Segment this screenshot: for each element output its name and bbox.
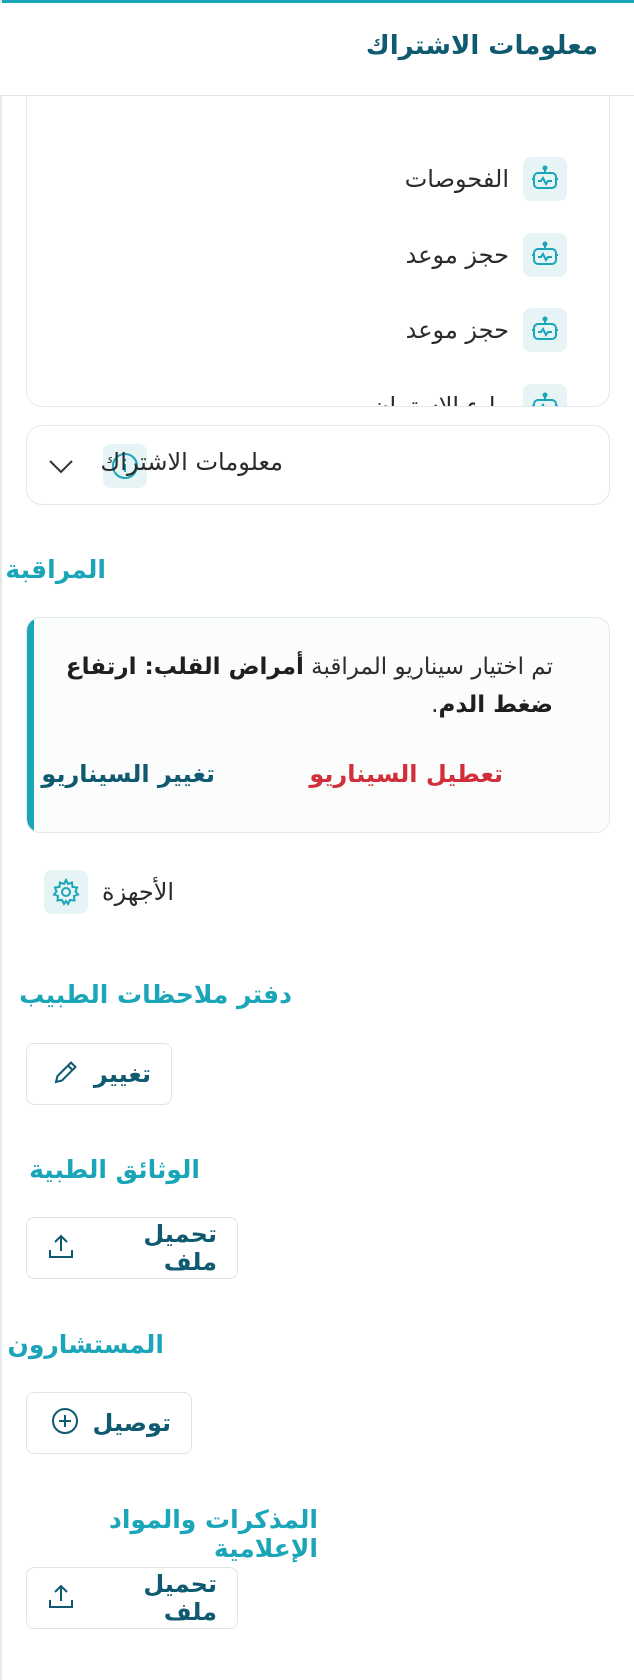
monitoring-scenario-card: تم اختيار سيناريو المراقبة أمراض القلب: …	[26, 617, 610, 833]
memos-heading: المذكرات والمواد الإعلامية	[109, 1505, 318, 1563]
gear-icon	[44, 870, 88, 914]
card-accent-bar	[27, 618, 34, 832]
page-title: معلومات الاشتراك	[365, 31, 598, 61]
list-item-label: حجز موعد	[405, 241, 509, 269]
upload-icon	[47, 1582, 75, 1614]
consultants-heading: المستشارون	[7, 1330, 164, 1359]
change-notes-button[interactable]: تغيير	[26, 1043, 172, 1105]
pencil-icon	[52, 1058, 80, 1090]
list-item-label: الفحوصات	[404, 165, 509, 193]
change-scenario-button[interactable]: تغيير السيناريو	[41, 760, 215, 788]
list-item-fill-questionnaire[interactable]: ملء الاستبيان	[371, 384, 567, 407]
monitoring-heading: المراقبة	[5, 555, 106, 584]
list-item-tests[interactable]: الفحوصات	[405, 157, 567, 201]
bot-icon	[523, 157, 567, 201]
medical-documents-heading: الوثائق الطبية	[29, 1155, 200, 1184]
doctor-notes-heading: دفتر ملاحظات الطبيب	[19, 980, 292, 1009]
list-item-book-appointment-2[interactable]: حجز موعد	[406, 308, 567, 352]
list-item-book-appointment[interactable]: حجز موعد	[406, 233, 567, 277]
actions-list-card: الفحوصات حجز موعد حجز موعد ملء الاستبيان	[26, 60, 610, 407]
plus-circle-icon	[51, 1407, 79, 1439]
left-edge-divider	[0, 0, 2, 1680]
devices-row[interactable]: الأجهزة	[44, 870, 174, 914]
upload-icon	[47, 1232, 75, 1264]
page-header: معلومات الاشتراك	[0, 3, 634, 96]
upload-medical-document-button[interactable]: تحميل ملف	[26, 1217, 238, 1279]
connect-consultant-button[interactable]: توصيل	[26, 1392, 192, 1454]
list-item-label: حجز موعد	[405, 316, 509, 344]
list-item-label: ملء الاستبيان	[371, 392, 509, 407]
subscription-info-label: معلومات الاشتراك	[100, 448, 283, 476]
bot-icon	[523, 308, 567, 352]
subscription-info-row[interactable]: معلومات الاشتراك	[26, 425, 610, 505]
upload-memo-button[interactable]: تحميل ملف	[26, 1567, 238, 1629]
monitoring-scenario-text: تم اختيار سيناريو المراقبة أمراض القلب: …	[65, 654, 553, 718]
chevron-down-icon[interactable]	[47, 452, 75, 484]
disable-scenario-button[interactable]: تعطيل السيناريو	[309, 760, 503, 788]
bot-icon	[523, 233, 567, 277]
bot-icon	[523, 384, 567, 406]
devices-label: الأجهزة	[102, 878, 175, 906]
